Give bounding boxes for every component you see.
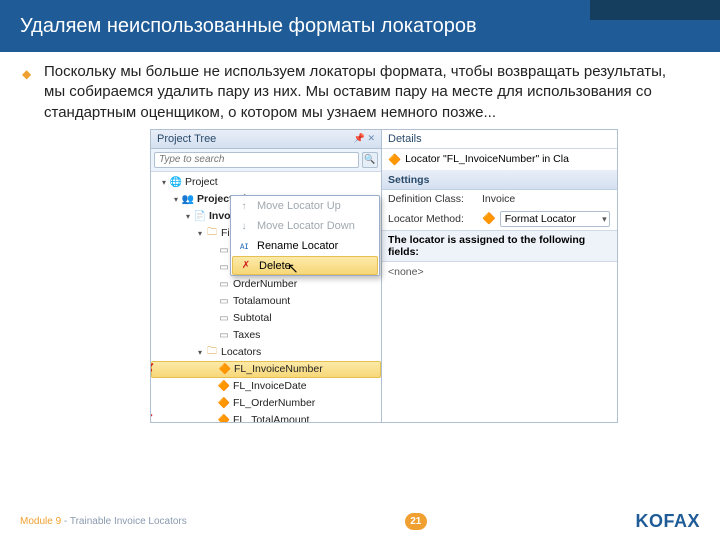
slide-title: Удаляем неиспользованные форматы локатор… xyxy=(20,15,477,38)
body-paragraph: Поскольку мы больше не используем локато… xyxy=(44,63,666,121)
assigned-fields-value: <none> xyxy=(382,262,617,282)
definition-class-row: Definition Class: Invoice xyxy=(382,190,617,208)
tree-node-locator[interactable]: 🔶FL_OrderNumber xyxy=(151,395,381,412)
delete-icon: ✗ xyxy=(239,260,253,271)
pin-close-icons[interactable]: 📌 ✕ xyxy=(354,133,375,144)
delete-mark-icon: ✗ xyxy=(151,361,155,377)
app-screenshot: Project Tree 📌 ✕ 🔍 ▾🌐Project ▾👥Project C… xyxy=(150,129,618,423)
project-tree-title: Project Tree 📌 ✕ xyxy=(151,130,381,149)
tree-node-locator[interactable]: ✗🔶FL_TotalAmount xyxy=(151,412,381,422)
tree-node-locator[interactable]: 🔶FL_InvoiceDate xyxy=(151,378,381,395)
delete-mark-icon: ✗ xyxy=(151,412,154,422)
cursor-icon: ↖ xyxy=(287,260,299,277)
ctx-delete[interactable]: ✗Delete xyxy=(232,256,378,275)
details-title: Details xyxy=(382,130,617,149)
details-pane: Details 🔶 Locator "FL_InvoiceNumber" in … xyxy=(381,130,617,422)
search-icon[interactable]: 🔍 xyxy=(362,152,378,168)
project-tree-label: Project Tree xyxy=(157,133,216,145)
tree-node-project[interactable]: ▾🌐Project xyxy=(151,174,381,191)
ctx-rename[interactable]: ᴀɪRename Locator xyxy=(231,236,379,256)
format-locator-icon: 🔶 xyxy=(482,212,496,225)
search-input[interactable] xyxy=(154,152,359,168)
tree-node-field[interactable]: ▭Taxes xyxy=(151,327,381,344)
loc-method-label: Locator Method: xyxy=(388,213,478,225)
arrow-up-icon: ↑ xyxy=(237,201,251,212)
footer-module-number: Module 9 xyxy=(20,516,61,527)
rename-icon: ᴀɪ xyxy=(237,241,251,252)
arrow-down-icon: ↓ xyxy=(237,221,251,232)
details-locator-label: 🔶 Locator "FL_InvoiceNumber" in Cla xyxy=(382,149,617,171)
tree-node-locators[interactable]: ▾🗀Locators xyxy=(151,344,381,361)
settings-header: Settings xyxy=(382,171,617,190)
tree-node-field[interactable]: ▭Totalamount xyxy=(151,293,381,310)
tree-node-locator-selected[interactable]: ✗🔶FL_InvoiceNumber xyxy=(151,361,381,378)
locator-method-row: Locator Method: 🔶 Format Locator xyxy=(382,208,617,230)
tree-node-field[interactable]: ▭Subtotal xyxy=(151,310,381,327)
locator-method-dropdown[interactable]: Format Locator xyxy=(500,211,610,227)
def-class-value: Invoice xyxy=(482,193,515,205)
footer-module-name: - Trainable Invoice Locators xyxy=(61,516,187,527)
slide-footer: Module 9 - Trainable Invoice Locators 21… xyxy=(0,511,720,532)
assigned-fields-header: The locator is assigned to the following… xyxy=(382,230,617,262)
context-menu: ↑Move Locator Up ↓Move Locator Down ᴀɪRe… xyxy=(230,195,380,276)
locator-icon: 🔶 xyxy=(388,153,401,166)
def-class-label: Definition Class: xyxy=(388,193,478,205)
details-locator-text: Locator "FL_InvoiceNumber" in Cla xyxy=(405,153,569,165)
search-row: 🔍 xyxy=(151,149,381,172)
bullet-icon: ◆ xyxy=(22,66,31,82)
footer-module: Module 9 - Trainable Invoice Locators xyxy=(20,516,187,527)
slide-body: ◆ Поскольку мы больше не используем лока… xyxy=(0,52,720,129)
ctx-move-up: ↑Move Locator Up xyxy=(231,196,379,216)
brand-logo: KOFAX xyxy=(635,511,700,532)
page-number-badge: 21 xyxy=(405,513,427,530)
header-accent xyxy=(590,0,720,20)
tree-node-field[interactable]: ▭OrderNumber xyxy=(151,276,381,293)
ctx-move-down: ↓Move Locator Down xyxy=(231,216,379,236)
